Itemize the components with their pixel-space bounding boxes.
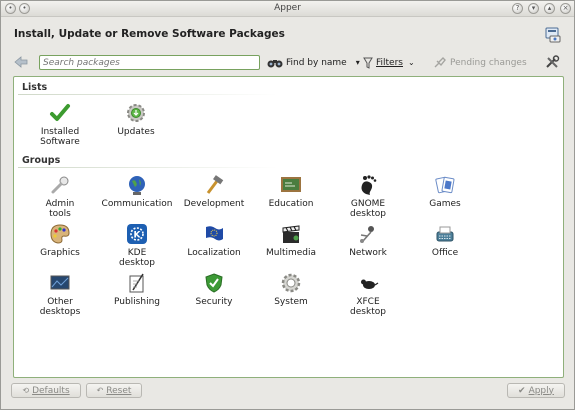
admin-tools-icon — [51, 176, 69, 194]
checkmark-icon — [50, 104, 70, 121]
palette-icon — [50, 224, 70, 244]
group-label: Development — [183, 199, 245, 209]
group-network[interactable]: Network — [328, 223, 408, 258]
minimize-icon[interactable]: ▾ — [528, 3, 539, 14]
maximize-icon[interactable]: ▴ — [544, 3, 555, 14]
group-label: Other desktops — [39, 297, 81, 317]
page-title: Install, Update or Remove Software Packa… — [14, 28, 285, 40]
globe-icon — [129, 176, 145, 195]
group-label: Network — [349, 248, 387, 258]
typewriter-icon — [436, 226, 454, 242]
find-by-name-button[interactable]: Find by name ▾ — [267, 55, 360, 70]
reset-icon: ↶ — [96, 386, 104, 395]
group-label: Localization — [187, 248, 241, 258]
main-panel: Lists Installed Software Updates Groups — [13, 76, 564, 378]
group-office[interactable]: Office — [405, 223, 485, 258]
group-label: KDE desktop — [119, 248, 155, 268]
group-label: Education — [268, 199, 314, 209]
group-system[interactable]: System — [251, 272, 331, 307]
group-gnome-desktop[interactable]: GNOME desktop — [328, 174, 408, 219]
apply-check-icon: ✔ — [518, 385, 526, 396]
updates-gear-icon — [127, 104, 145, 122]
group-label: GNOME desktop — [350, 199, 386, 219]
svg-text:K: K — [134, 231, 142, 241]
find-by-name-label: Find by name — [286, 57, 347, 68]
group-label: Security — [195, 297, 233, 307]
shield-icon — [205, 273, 223, 293]
pending-changes-icon — [434, 56, 446, 67]
group-publishing[interactable]: Publishing — [97, 272, 177, 307]
group-education[interactable]: Education — [251, 174, 331, 209]
reset-button[interactable]: ↶ Reset — [86, 383, 142, 398]
monitor-icon — [50, 275, 70, 290]
system-gear-icon — [281, 273, 301, 293]
hammer-icon — [206, 175, 224, 194]
app-window: • • Apper ? ▾ ▴ × Install, Update or Rem… — [0, 0, 575, 410]
group-multimedia[interactable]: Multimedia — [251, 223, 331, 258]
group-label: Multimedia — [265, 248, 317, 258]
funnel-icon — [363, 57, 373, 69]
gnome-foot-icon — [361, 175, 377, 195]
mouse-icon — [361, 279, 379, 289]
kde-icon: K — [127, 224, 147, 244]
group-localization[interactable]: Localization — [174, 223, 254, 258]
group-label: Admin tools — [45, 199, 75, 219]
pending-changes-button[interactable]: Pending changes — [433, 55, 527, 70]
chevron-down-icon: ▾ — [355, 58, 360, 67]
groups-section-title: Groups — [22, 155, 61, 166]
group-development[interactable]: Development — [174, 174, 254, 209]
list-item-installed-software[interactable]: Installed Software — [20, 102, 100, 147]
pending-changes-label: Pending changes — [450, 57, 527, 68]
group-label: Publishing — [114, 297, 160, 307]
defaults-button[interactable]: ⟲ Defaults — [11, 383, 81, 398]
group-games[interactable]: Games — [405, 174, 485, 209]
group-kde-desktop[interactable]: K KDE desktop — [97, 223, 177, 268]
reset-label: Reset — [106, 385, 132, 396]
group-label: Office — [431, 248, 459, 258]
group-admin-tools[interactable]: Admin tools — [20, 174, 100, 219]
defaults-label: Defaults — [32, 385, 70, 396]
group-other-desktops[interactable]: Other desktops — [20, 272, 100, 317]
filters-button[interactable]: Filters ⌄ — [363, 55, 415, 70]
group-label: Communication — [101, 199, 173, 209]
group-xfce-desktop[interactable]: XFCE desktop — [328, 272, 408, 317]
back-arrow-icon[interactable] — [13, 55, 29, 69]
settings-icon[interactable] — [544, 26, 562, 44]
close-icon[interactable]: × — [560, 3, 571, 14]
lists-section-title: Lists — [22, 82, 48, 93]
search-input[interactable] — [39, 55, 260, 70]
list-item-label: Installed Software — [40, 127, 80, 147]
group-label: System — [274, 297, 308, 307]
network-icon — [360, 226, 374, 243]
title-bar: • • Apper ? ▾ ▴ × — [1, 1, 574, 17]
filters-label: Filters — [376, 57, 403, 68]
group-label: Graphics — [40, 248, 80, 258]
playing-cards-icon — [435, 176, 455, 194]
flag-icon — [206, 226, 223, 241]
defaults-icon: ⟲ — [22, 386, 30, 395]
groups-divider — [18, 167, 278, 168]
apply-button[interactable]: ✔ Apply — [507, 383, 565, 398]
group-label: Games — [429, 199, 461, 209]
clapperboard-icon — [282, 225, 300, 243]
quill-icon — [129, 273, 144, 293]
filters-chevron-icon: ⌄ — [407, 58, 415, 67]
lists-divider — [18, 94, 278, 95]
help-icon[interactable]: ? — [512, 3, 523, 14]
chalkboard-icon — [281, 177, 301, 192]
group-security[interactable]: Security — [174, 272, 254, 307]
apply-label: Apply — [528, 385, 554, 396]
list-item-updates[interactable]: Updates — [96, 102, 176, 137]
group-graphics[interactable]: Graphics — [20, 223, 100, 258]
window-title: Apper — [274, 3, 301, 13]
list-item-label: Updates — [117, 127, 155, 137]
tools-icon[interactable] — [545, 55, 561, 69]
group-label: XFCE desktop — [350, 297, 386, 317]
binoculars-icon — [267, 59, 283, 67]
group-communication[interactable]: Communication — [97, 174, 177, 209]
